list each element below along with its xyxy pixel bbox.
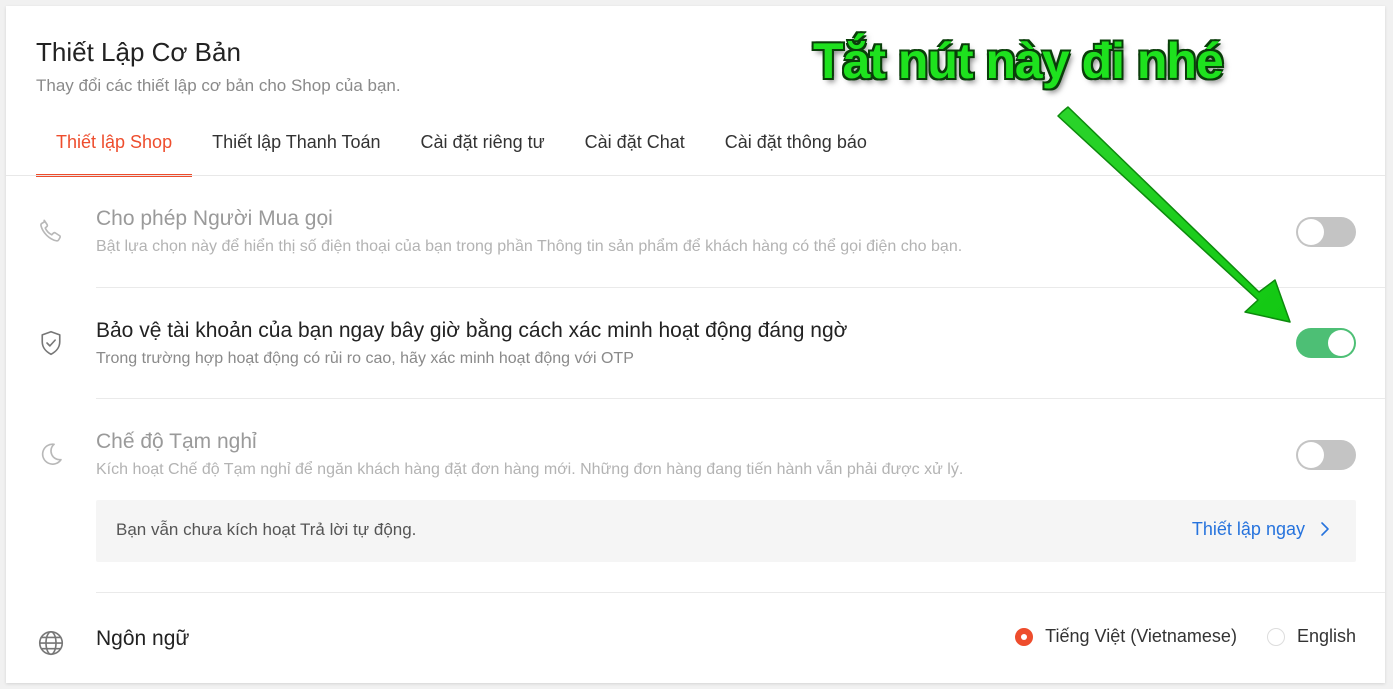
globe-icon xyxy=(36,628,66,658)
tab-chat-settings[interactable]: Cài đặt Chat xyxy=(565,118,705,177)
call-setting-title: Cho phép Người Mua gọi xyxy=(96,207,333,230)
setting-row-call: Cho phép Người Mua gọi Bật lựa chọn này … xyxy=(6,176,1385,288)
annotation-text: Tắt nút này đi nhé xyxy=(813,33,1224,89)
tab-notification-settings[interactable]: Cài đặt thông báo xyxy=(705,118,887,177)
toggle-knob xyxy=(1328,330,1354,356)
tab-payment-settings[interactable]: Thiết lập Thanh Toán xyxy=(192,118,400,177)
vacation-setting-title: Chế độ Tạm nghỉ xyxy=(96,430,257,453)
language-option-label: Tiếng Việt (Vietnamese) xyxy=(1045,626,1237,646)
protect-setting-description: Trong trường hợp hoạt động có rủi ro cao… xyxy=(96,350,634,367)
setting-row-protect: Bảo vệ tài khoản của bạn ngay bây giờ bằ… xyxy=(6,288,1385,399)
auto-reply-banner-text: Bạn vẫn chưa kích hoạt Trả lời tự động. xyxy=(116,520,417,539)
tab-privacy-settings[interactable]: Cài đặt riêng tư xyxy=(401,118,565,177)
settings-card: Thiết Lập Cơ Bản Thay đổi các thiết lập … xyxy=(6,6,1385,683)
setup-now-link[interactable]: Thiết lập ngay xyxy=(1192,519,1330,542)
call-toggle[interactable] xyxy=(1296,217,1356,247)
page-title: Thiết Lập Cơ Bản xyxy=(36,37,241,67)
page-subtitle: Thay đổi các thiết lập cơ bản cho Shop c… xyxy=(36,76,401,95)
protect-setting-title: Bảo vệ tài khoản của bạn ngay bây giờ bằ… xyxy=(96,319,848,342)
call-setting-description: Bật lựa chọn này để hiển thị số điện tho… xyxy=(96,238,963,255)
language-option-vietnamese[interactable]: Tiếng Việt (Vietnamese) xyxy=(1015,626,1237,647)
shield-check-icon xyxy=(36,328,66,358)
language-option-label: English xyxy=(1296,626,1356,646)
language-radio-group: Tiếng Việt (Vietnamese) English xyxy=(985,626,1356,647)
radio-unchecked-icon xyxy=(1266,627,1285,646)
vacation-toggle[interactable] xyxy=(1296,440,1356,470)
phone-icon xyxy=(36,216,66,246)
auto-reply-banner: Bạn vẫn chưa kích hoạt Trả lời tự động. … xyxy=(96,500,1356,562)
setting-row-vacation: Chế độ Tạm nghỉ Kích hoạt Chế độ Tạm ngh… xyxy=(6,399,1385,593)
language-setting-title: Ngôn ngữ xyxy=(96,627,190,650)
vacation-setting-description: Kích hoạt Chế độ Tạm nghỉ để ngăn khách … xyxy=(96,461,964,478)
toggle-knob xyxy=(1298,219,1324,245)
setup-now-label: Thiết lập ngay xyxy=(1191,519,1305,539)
chevron-right-icon xyxy=(1320,521,1330,542)
toggle-knob xyxy=(1298,442,1324,468)
protect-toggle[interactable] xyxy=(1296,328,1356,358)
radio-checked-icon xyxy=(1015,627,1034,646)
moon-icon xyxy=(36,439,66,469)
tab-bar: Thiết lập Shop Thiết lập Thanh Toán Cài … xyxy=(36,118,887,177)
tab-shop-settings[interactable]: Thiết lập Shop xyxy=(36,118,193,177)
language-option-english[interactable]: English xyxy=(1266,626,1356,647)
